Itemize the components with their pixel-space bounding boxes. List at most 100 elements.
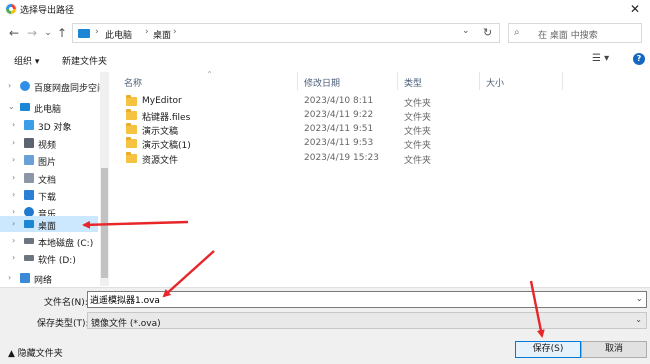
breadcrumb-separator-icon[interactable]: ›	[145, 27, 149, 37]
breadcrumb-separator-icon[interactable]: ›	[95, 27, 99, 37]
window-title: 选择导出路径	[20, 6, 75, 16]
sidebar-item-label: 3D 对象	[38, 123, 72, 133]
expand-icon[interactable]: ›	[12, 138, 15, 147]
this-pc-icon	[78, 29, 90, 38]
hide-folders-toggle[interactable]: ▲ 隐藏文件夹	[8, 346, 63, 359]
organize-button[interactable]: 组织 ▾	[14, 54, 39, 67]
documents-icon	[24, 173, 34, 183]
save-button[interactable]: 保存(S)	[515, 341, 581, 358]
column-header-name[interactable]: 名称	[124, 76, 142, 89]
sidebar-item-label: 桌面	[38, 222, 57, 232]
breadcrumb-this-pc[interactable]: 此电脑	[105, 28, 132, 41]
expand-icon[interactable]: ›	[12, 173, 15, 182]
network-icon	[20, 273, 30, 283]
breadcrumb-desktop[interactable]: 桌面	[153, 28, 171, 41]
cancel-button[interactable]: 取消	[581, 341, 647, 358]
sidebar-item-3d-objects[interactable]: › 3D 对象	[0, 117, 98, 133]
file-date: 2023/4/11 9:51	[304, 124, 374, 134]
list-item[interactable]: MyEditor 2023/4/10 8:11 文件夹	[122, 95, 592, 109]
address-dropdown-icon[interactable]: ⌄	[462, 26, 470, 36]
sidebar-item-software-d[interactable]: › 软件 (D:)	[0, 250, 98, 266]
expand-icon[interactable]: ›	[12, 253, 15, 262]
breadcrumb-separator-icon[interactable]: ›	[173, 27, 177, 37]
column-divider[interactable]	[479, 72, 480, 90]
file-date: 2023/4/10 8:11	[304, 96, 374, 106]
column-divider[interactable]	[297, 72, 298, 90]
back-arrow-icon[interactable]: ←	[6, 25, 22, 41]
sidebar-scrollbar[interactable]	[100, 72, 109, 286]
search-icon: ⌕	[514, 27, 520, 38]
column-divider[interactable]	[397, 72, 398, 90]
sidebar-item-label: 百度网盘同步空间	[34, 84, 107, 94]
sidebar-item-label: 图片	[38, 158, 57, 168]
drive-icon	[24, 238, 34, 244]
expand-icon[interactable]: ›	[12, 219, 15, 228]
file-date: 2023/4/11 9:22	[304, 110, 374, 120]
new-folder-button[interactable]: 新建文件夹	[62, 54, 107, 67]
filename-input[interactable]	[87, 291, 647, 308]
file-type: 文件夹	[404, 99, 432, 109]
help-icon[interactable]: ?	[633, 53, 645, 65]
forward-arrow-icon[interactable]: →	[24, 25, 40, 41]
list-item[interactable]: 粘键器.files 2023/4/11 9:22 文件夹	[122, 109, 592, 123]
filetype-label: 保存类型(T):	[37, 319, 89, 329]
sidebar-item-network[interactable]: › 网络	[0, 270, 98, 286]
sidebar-item-videos[interactable]: › 视频	[0, 135, 98, 151]
navigation-pane: › 百度网盘同步空间 ⌄ 此电脑 › 3D 对象 › 视频 › 图片 › 文档 …	[0, 72, 110, 286]
list-item[interactable]: 演示文稿(1) 2023/4/11 9:53 文件夹	[122, 137, 592, 151]
file-type: 文件夹	[404, 156, 432, 166]
sidebar-item-pictures[interactable]: › 图片	[0, 152, 98, 168]
desktop-icon	[24, 220, 34, 228]
title-bar: 选择导出路径 ✕	[0, 0, 650, 18]
collapse-icon[interactable]: ⌄	[8, 102, 15, 111]
refresh-icon[interactable]: ↻	[483, 26, 492, 39]
up-arrow-icon[interactable]: ↑	[54, 25, 70, 41]
file-date: 2023/4/11 9:53	[304, 138, 374, 148]
sidebar-item-baidu-sync[interactable]: › 百度网盘同步空间	[0, 78, 106, 94]
sidebar-item-label: 下载	[38, 193, 57, 203]
address-bar[interactable]: › 此电脑 › 桌面 › ⌄ ↻	[72, 23, 500, 43]
column-header-type[interactable]: 类型	[404, 76, 422, 89]
sidebar-item-this-pc[interactable]: ⌄ 此电脑	[0, 99, 98, 115]
file-name: MyEditor	[142, 96, 182, 106]
chevron-down-icon[interactable]: ⌄	[636, 294, 643, 303]
sidebar-item-local-disk-c[interactable]: › 本地磁盘 (C:)	[0, 233, 98, 249]
sidebar-item-downloads[interactable]: › 下载	[0, 187, 98, 203]
search-placeholder: 在 桌面 中搜索	[538, 31, 598, 41]
expand-icon[interactable]: ›	[12, 207, 15, 216]
file-date: 2023/4/19 15:23	[304, 153, 379, 163]
view-options-icon[interactable]: ☰ ▾	[592, 53, 609, 64]
scrollbar-thumb[interactable]	[101, 168, 108, 278]
file-name: 演示文稿	[142, 127, 179, 137]
expand-icon[interactable]: ›	[8, 81, 11, 90]
file-type: 文件夹	[404, 141, 432, 151]
list-item[interactable]: 资源文件 2023/4/19 15:23 文件夹	[122, 152, 592, 166]
column-header-size[interactable]: 大小	[486, 76, 504, 89]
sidebar-item-documents[interactable]: › 文档	[0, 170, 98, 186]
expand-icon[interactable]: ›	[8, 273, 11, 282]
column-divider[interactable]	[562, 72, 563, 90]
3d-objects-icon	[24, 120, 34, 130]
expand-icon[interactable]: ›	[12, 155, 15, 164]
download-arrow-icon	[24, 190, 34, 200]
column-header-date[interactable]: 修改日期	[304, 76, 340, 89]
search-box[interactable]: ⌕ 在 桌面 中搜索	[508, 23, 642, 43]
list-item[interactable]: 演示文稿 2023/4/11 9:51 文件夹	[122, 123, 592, 137]
sidebar-item-label: 软件 (D:)	[38, 256, 76, 266]
pictures-icon	[24, 155, 34, 165]
close-icon[interactable]: ✕	[626, 1, 644, 17]
folder-icon	[126, 123, 137, 134]
folder-icon	[126, 95, 137, 106]
expand-icon[interactable]: ›	[12, 120, 15, 129]
sidebar-item-label: 此电脑	[34, 105, 62, 115]
filetype-select[interactable]: 镜像文件 (*.ova) ⌄	[87, 312, 647, 329]
expand-icon[interactable]: ›	[12, 190, 15, 199]
filetype-value: 镜像文件 (*.ova)	[91, 319, 161, 329]
file-name: 粘键器.files	[142, 113, 191, 123]
sidebar-item-label: 视频	[38, 141, 57, 151]
expand-icon[interactable]: ›	[12, 236, 15, 245]
sidebar-item-desktop[interactable]: › 桌面	[0, 216, 98, 232]
file-list: 名称 ^ 修改日期 类型 大小 MyEditor 2023/4/10 8:11 …	[112, 71, 650, 286]
videos-icon	[24, 138, 34, 148]
chevron-down-icon[interactable]: ⌄	[635, 315, 642, 324]
